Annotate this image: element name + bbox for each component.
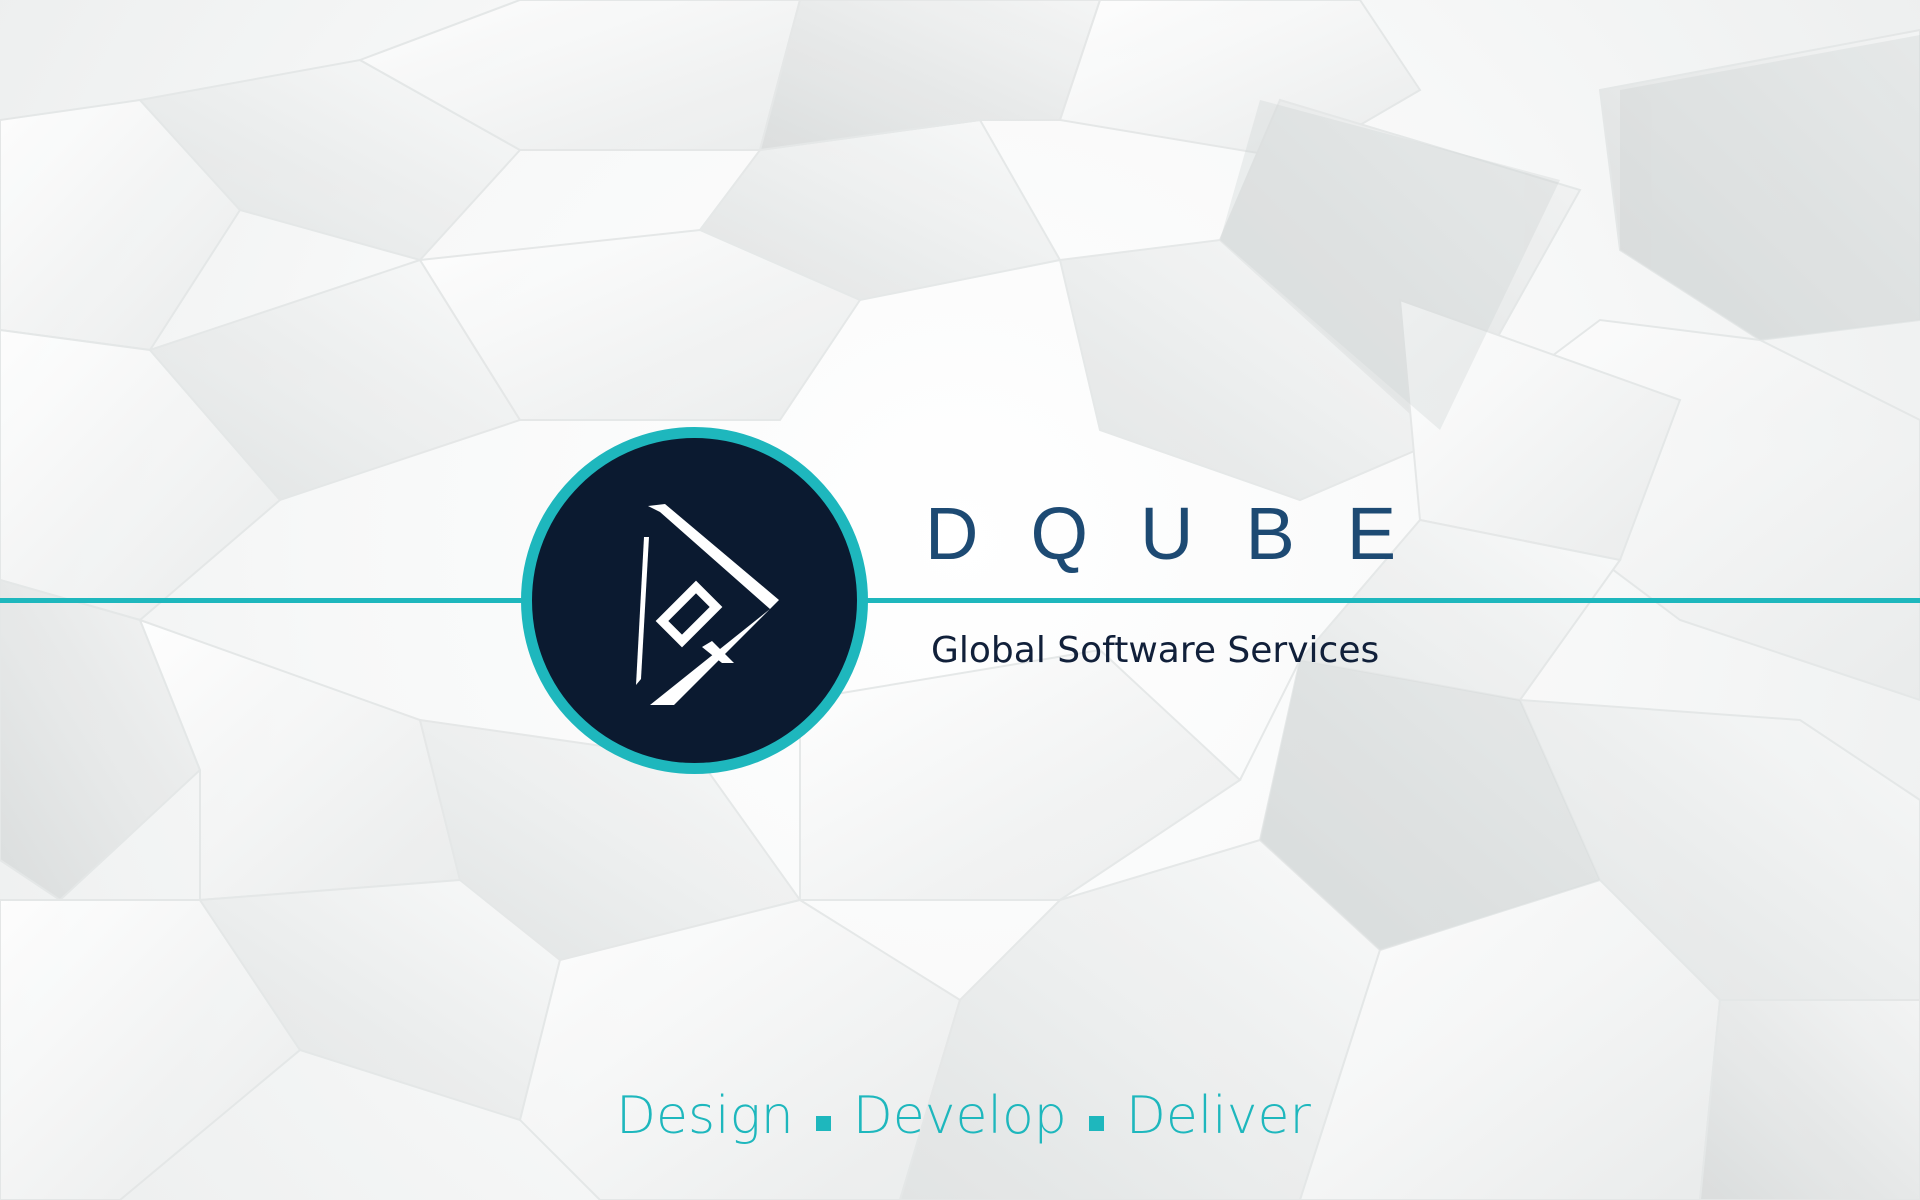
- dqube-logo-icon: [521, 427, 868, 774]
- brand-name: DQUBE: [925, 492, 1449, 575]
- tagline: Design Develop Deliver: [616, 1090, 1311, 1150]
- splash-screen: DQUBE Global Software Services Design De…: [0, 0, 1920, 1200]
- square-bullet-icon: [1088, 1116, 1104, 1131]
- logo-badge: [520, 426, 869, 775]
- accent-line: [0, 598, 1920, 603]
- brand-subtitle: Global Software Services: [931, 630, 1380, 671]
- square-bullet-icon: [815, 1116, 831, 1131]
- tagline-item-deliver: Deliver: [1125, 1086, 1311, 1146]
- tagline-item-develop: Develop: [852, 1086, 1067, 1146]
- tagline-item-design: Design: [616, 1086, 794, 1146]
